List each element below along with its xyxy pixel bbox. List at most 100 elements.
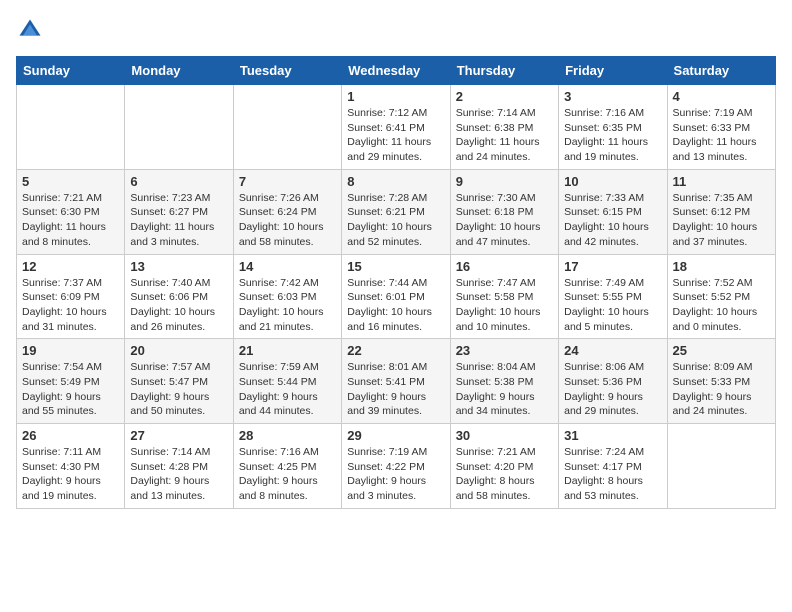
day-number: 15	[347, 259, 444, 274]
day-info: Sunrise: 8:06 AM Sunset: 5:36 PM Dayligh…	[564, 360, 661, 419]
day-number: 17	[564, 259, 661, 274]
day-info: Sunrise: 7:24 AM Sunset: 4:17 PM Dayligh…	[564, 445, 661, 504]
day-info: Sunrise: 7:30 AM Sunset: 6:18 PM Dayligh…	[456, 191, 553, 250]
day-info: Sunrise: 7:23 AM Sunset: 6:27 PM Dayligh…	[130, 191, 227, 250]
calendar-cell: 5 Sunrise: 7:21 AM Sunset: 6:30 PM Daylig…	[17, 169, 125, 254]
day-number: 5	[22, 174, 119, 189]
day-number: 1	[347, 89, 444, 104]
day-number: 27	[130, 428, 227, 443]
day-number: 28	[239, 428, 336, 443]
day-info: Sunrise: 7:44 AM Sunset: 6:01 PM Dayligh…	[347, 276, 444, 335]
day-number: 22	[347, 343, 444, 358]
calendar-cell: 21 Sunrise: 7:59 AM Sunset: 5:44 PM Dayli…	[233, 339, 341, 424]
calendar-cell	[233, 85, 341, 170]
day-number: 14	[239, 259, 336, 274]
day-number: 20	[130, 343, 227, 358]
day-info: Sunrise: 7:19 AM Sunset: 6:33 PM Dayligh…	[673, 106, 770, 165]
day-info: Sunrise: 7:21 AM Sunset: 6:30 PM Dayligh…	[22, 191, 119, 250]
column-header-monday: Monday	[125, 57, 233, 85]
calendar-week-row: 26 Sunrise: 7:11 AM Sunset: 4:30 PM Dayli…	[17, 424, 776, 509]
logo	[16, 16, 48, 44]
calendar-cell: 31 Sunrise: 7:24 AM Sunset: 4:17 PM Dayli…	[559, 424, 667, 509]
logo-icon	[16, 16, 44, 44]
calendar-table: SundayMondayTuesdayWednesdayThursdayFrid…	[16, 56, 776, 509]
day-number: 8	[347, 174, 444, 189]
day-info: Sunrise: 7:12 AM Sunset: 6:41 PM Dayligh…	[347, 106, 444, 165]
day-number: 26	[22, 428, 119, 443]
calendar-cell: 14 Sunrise: 7:42 AM Sunset: 6:03 PM Dayli…	[233, 254, 341, 339]
calendar-cell	[125, 85, 233, 170]
calendar-cell: 29 Sunrise: 7:19 AM Sunset: 4:22 PM Dayli…	[342, 424, 450, 509]
day-info: Sunrise: 7:33 AM Sunset: 6:15 PM Dayligh…	[564, 191, 661, 250]
calendar-cell: 9 Sunrise: 7:30 AM Sunset: 6:18 PM Daylig…	[450, 169, 558, 254]
calendar-cell: 18 Sunrise: 7:52 AM Sunset: 5:52 PM Dayli…	[667, 254, 775, 339]
day-number: 10	[564, 174, 661, 189]
day-info: Sunrise: 8:01 AM Sunset: 5:41 PM Dayligh…	[347, 360, 444, 419]
day-number: 23	[456, 343, 553, 358]
day-info: Sunrise: 7:52 AM Sunset: 5:52 PM Dayligh…	[673, 276, 770, 335]
calendar-cell: 19 Sunrise: 7:54 AM Sunset: 5:49 PM Dayli…	[17, 339, 125, 424]
day-number: 30	[456, 428, 553, 443]
calendar-cell: 24 Sunrise: 8:06 AM Sunset: 5:36 PM Dayli…	[559, 339, 667, 424]
column-header-saturday: Saturday	[667, 57, 775, 85]
calendar-week-row: 19 Sunrise: 7:54 AM Sunset: 5:49 PM Dayli…	[17, 339, 776, 424]
calendar-week-row: 1 Sunrise: 7:12 AM Sunset: 6:41 PM Daylig…	[17, 85, 776, 170]
day-number: 16	[456, 259, 553, 274]
column-header-sunday: Sunday	[17, 57, 125, 85]
day-info: Sunrise: 7:14 AM Sunset: 6:38 PM Dayligh…	[456, 106, 553, 165]
day-info: Sunrise: 7:59 AM Sunset: 5:44 PM Dayligh…	[239, 360, 336, 419]
column-header-tuesday: Tuesday	[233, 57, 341, 85]
calendar-cell: 11 Sunrise: 7:35 AM Sunset: 6:12 PM Dayli…	[667, 169, 775, 254]
calendar-cell: 28 Sunrise: 7:16 AM Sunset: 4:25 PM Dayli…	[233, 424, 341, 509]
day-info: Sunrise: 7:26 AM Sunset: 6:24 PM Dayligh…	[239, 191, 336, 250]
day-number: 25	[673, 343, 770, 358]
day-info: Sunrise: 7:57 AM Sunset: 5:47 PM Dayligh…	[130, 360, 227, 419]
day-number: 7	[239, 174, 336, 189]
calendar-cell: 17 Sunrise: 7:49 AM Sunset: 5:55 PM Dayli…	[559, 254, 667, 339]
calendar-cell: 23 Sunrise: 8:04 AM Sunset: 5:38 PM Dayli…	[450, 339, 558, 424]
day-number: 3	[564, 89, 661, 104]
calendar-week-row: 5 Sunrise: 7:21 AM Sunset: 6:30 PM Daylig…	[17, 169, 776, 254]
column-header-thursday: Thursday	[450, 57, 558, 85]
day-number: 6	[130, 174, 227, 189]
day-number: 12	[22, 259, 119, 274]
day-info: Sunrise: 7:16 AM Sunset: 4:25 PM Dayligh…	[239, 445, 336, 504]
column-header-wednesday: Wednesday	[342, 57, 450, 85]
day-info: Sunrise: 7:19 AM Sunset: 4:22 PM Dayligh…	[347, 445, 444, 504]
day-number: 31	[564, 428, 661, 443]
day-info: Sunrise: 8:04 AM Sunset: 5:38 PM Dayligh…	[456, 360, 553, 419]
day-info: Sunrise: 7:42 AM Sunset: 6:03 PM Dayligh…	[239, 276, 336, 335]
calendar-cell: 16Sunrise: 7:47 AM Sunset: 5:58 PM Dayli…	[450, 254, 558, 339]
day-number: 29	[347, 428, 444, 443]
day-number: 18	[673, 259, 770, 274]
calendar-cell: 10 Sunrise: 7:33 AM Sunset: 6:15 PM Dayli…	[559, 169, 667, 254]
calendar-cell: 4 Sunrise: 7:19 AM Sunset: 6:33 PM Daylig…	[667, 85, 775, 170]
day-number: 19	[22, 343, 119, 358]
calendar-cell: 25 Sunrise: 8:09 AM Sunset: 5:33 PM Dayli…	[667, 339, 775, 424]
column-header-friday: Friday	[559, 57, 667, 85]
day-number: 2	[456, 89, 553, 104]
day-info: Sunrise: 7:28 AM Sunset: 6:21 PM Dayligh…	[347, 191, 444, 250]
day-info: Sunrise: 7:35 AM Sunset: 6:12 PM Dayligh…	[673, 191, 770, 250]
calendar-cell: 27 Sunrise: 7:14 AM Sunset: 4:28 PM Dayli…	[125, 424, 233, 509]
day-number: 13	[130, 259, 227, 274]
day-number: 24	[564, 343, 661, 358]
calendar-cell: 6 Sunrise: 7:23 AM Sunset: 6:27 PM Daylig…	[125, 169, 233, 254]
day-number: 11	[673, 174, 770, 189]
day-number: 21	[239, 343, 336, 358]
calendar-cell: 8 Sunrise: 7:28 AM Sunset: 6:21 PM Daylig…	[342, 169, 450, 254]
calendar-cell: 15 Sunrise: 7:44 AM Sunset: 6:01 PM Dayli…	[342, 254, 450, 339]
calendar-cell: 2 Sunrise: 7:14 AM Sunset: 6:38 PM Daylig…	[450, 85, 558, 170]
day-info: Sunrise: 7:49 AM Sunset: 5:55 PM Dayligh…	[564, 276, 661, 335]
day-info: Sunrise: 7:54 AM Sunset: 5:49 PM Dayligh…	[22, 360, 119, 419]
day-info: Sunrise: 8:09 AM Sunset: 5:33 PM Dayligh…	[673, 360, 770, 419]
calendar-cell	[667, 424, 775, 509]
day-info: Sunrise: 7:14 AM Sunset: 4:28 PM Dayligh…	[130, 445, 227, 504]
calendar-cell: 7 Sunrise: 7:26 AM Sunset: 6:24 PM Daylig…	[233, 169, 341, 254]
calendar-cell: 12 Sunrise: 7:37 AM Sunset: 6:09 PM Dayli…	[17, 254, 125, 339]
day-number: 4	[673, 89, 770, 104]
day-info: Sunrise: 7:37 AM Sunset: 6:09 PM Dayligh…	[22, 276, 119, 335]
day-info: Sunrise: 7:11 AM Sunset: 4:30 PM Dayligh…	[22, 445, 119, 504]
day-number: 9	[456, 174, 553, 189]
page-header	[16, 16, 776, 44]
